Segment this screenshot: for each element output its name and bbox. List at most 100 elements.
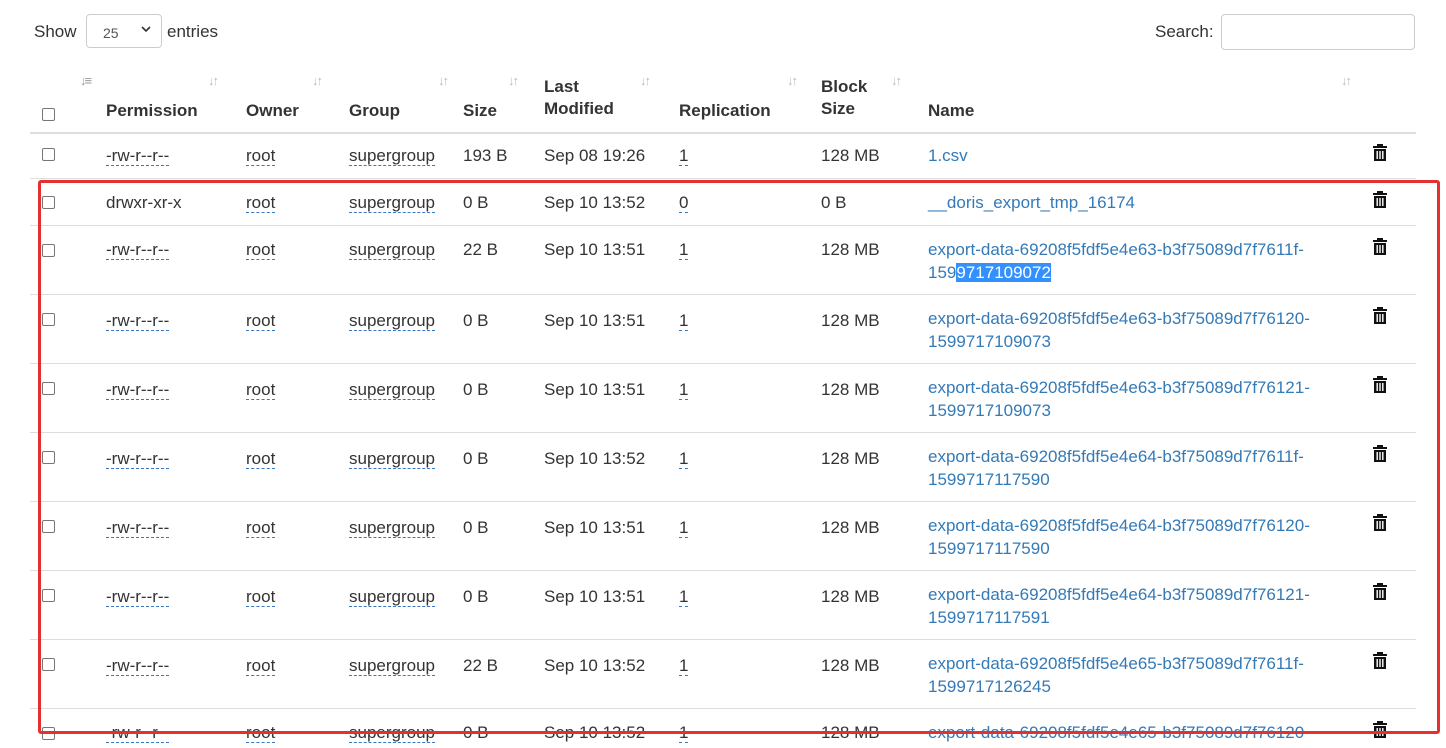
row-checkbox[interactable]: [42, 313, 55, 326]
cell-replication[interactable]: 1: [679, 378, 689, 401]
trash-icon[interactable]: [1372, 307, 1388, 325]
sort-icon[interactable]: ↓↑: [438, 73, 449, 88]
trash-icon[interactable]: [1372, 652, 1388, 670]
replication-value[interactable]: 1: [679, 240, 689, 260]
owner-value[interactable]: root: [246, 656, 276, 676]
row-checkbox[interactable]: [42, 520, 55, 533]
cell-permission[interactable]: -rw-r--r--: [106, 309, 170, 332]
column-name[interactable]: Name: [928, 100, 974, 122]
cell-owner[interactable]: root: [246, 238, 276, 261]
group-value[interactable]: supergroup: [349, 311, 436, 331]
cell-permission[interactable]: -rw-r--r--: [106, 654, 170, 677]
cell-owner[interactable]: root: [246, 447, 276, 470]
sort-icon[interactable]: ↓↑: [640, 73, 651, 88]
trash-icon[interactable]: [1372, 238, 1388, 256]
cell-owner[interactable]: root: [246, 191, 276, 214]
group-value[interactable]: supergroup: [349, 380, 436, 400]
file-name-link[interactable]: export-data-69208f5fdf5e4e64-b3f75089d7f…: [928, 514, 1348, 560]
row-checkbox[interactable]: [42, 451, 55, 464]
trash-icon[interactable]: [1372, 191, 1388, 209]
cell-replication[interactable]: 0: [679, 191, 689, 214]
cell-replication[interactable]: 1: [679, 447, 689, 470]
sort-icon[interactable]: ↓↑: [787, 73, 798, 88]
group-value[interactable]: supergroup: [349, 240, 436, 260]
permission-value[interactable]: -rw-r--r--: [106, 449, 170, 469]
permission-value[interactable]: -rw-r--r--: [106, 587, 170, 607]
cell-replication[interactable]: 1: [679, 721, 689, 744]
replication-value[interactable]: 1: [679, 449, 689, 469]
group-value[interactable]: supergroup: [349, 146, 436, 166]
owner-value[interactable]: root: [246, 193, 276, 213]
column-replication[interactable]: Replication: [679, 100, 771, 122]
replication-value[interactable]: 0: [679, 193, 689, 213]
cell-group[interactable]: supergroup: [349, 238, 436, 261]
permission-value[interactable]: -rw-r--r--: [106, 311, 170, 331]
column-block-size[interactable]: Block Size: [821, 76, 867, 120]
replication-value[interactable]: 1: [679, 723, 689, 743]
replication-value[interactable]: 1: [679, 380, 689, 400]
sort-icon[interactable]: ↓↑: [208, 73, 219, 88]
permission-value[interactable]: -rw-r--r--: [106, 380, 170, 400]
group-value[interactable]: supergroup: [349, 193, 436, 213]
row-checkbox[interactable]: [42, 727, 55, 740]
trash-icon[interactable]: [1372, 445, 1388, 463]
cell-replication[interactable]: 1: [679, 654, 689, 677]
file-name-link[interactable]: export-data-69208f5fdf5e4e65-b3f75089d7f…: [928, 652, 1348, 698]
column-last-modified[interactable]: Last Modified: [544, 76, 614, 120]
column-owner[interactable]: Owner: [246, 100, 299, 122]
trash-icon[interactable]: [1372, 721, 1388, 739]
cell-group[interactable]: supergroup: [349, 309, 436, 332]
cell-owner[interactable]: root: [246, 144, 276, 167]
cell-replication[interactable]: 1: [679, 144, 689, 167]
select-all-checkbox[interactable]: [42, 108, 55, 121]
cell-permission[interactable]: -rw-r--r--: [106, 721, 170, 744]
replication-value[interactable]: 1: [679, 587, 689, 607]
entries-select[interactable]: 25: [86, 14, 162, 48]
trash-icon[interactable]: [1372, 144, 1388, 162]
replication-value[interactable]: 1: [679, 518, 689, 538]
cell-permission[interactable]: -rw-r--r--: [106, 516, 170, 539]
row-checkbox[interactable]: [42, 196, 55, 209]
row-checkbox[interactable]: [42, 148, 55, 161]
cell-group[interactable]: supergroup: [349, 721, 436, 744]
cell-permission[interactable]: -rw-r--r--: [106, 378, 170, 401]
group-value[interactable]: supergroup: [349, 449, 436, 469]
row-checkbox[interactable]: [42, 658, 55, 671]
cell-group[interactable]: supergroup: [349, 447, 436, 470]
owner-value[interactable]: root: [246, 146, 276, 166]
permission-value[interactable]: -rw-r--r--: [106, 146, 170, 166]
trash-icon[interactable]: [1372, 583, 1388, 601]
file-name-link[interactable]: export-data-69208f5fdf5e4e63-b3f75089d7f…: [928, 238, 1348, 284]
owner-value[interactable]: root: [246, 723, 276, 743]
column-permission[interactable]: Permission: [106, 100, 198, 122]
cell-replication[interactable]: 1: [679, 309, 689, 332]
cell-owner[interactable]: root: [246, 585, 276, 608]
cell-owner[interactable]: root: [246, 721, 276, 744]
owner-value[interactable]: root: [246, 587, 276, 607]
row-checkbox[interactable]: [42, 589, 55, 602]
sort-icon[interactable]: ↓↑: [1341, 73, 1352, 88]
directory-name-link[interactable]: __doris_export_tmp_16174: [928, 191, 1135, 214]
replication-value[interactable]: 1: [679, 656, 689, 676]
cell-group[interactable]: supergroup: [349, 378, 436, 401]
group-value[interactable]: supergroup: [349, 723, 436, 743]
row-checkbox[interactable]: [42, 382, 55, 395]
trash-icon[interactable]: [1372, 376, 1388, 394]
cell-group[interactable]: supergroup: [349, 654, 436, 677]
group-value[interactable]: supergroup: [349, 587, 436, 607]
search-input[interactable]: [1221, 14, 1415, 50]
cell-owner[interactable]: root: [246, 309, 276, 332]
permission-value[interactable]: -rw-r--r--: [106, 518, 170, 538]
column-size[interactable]: Size: [463, 100, 497, 122]
cell-replication[interactable]: 1: [679, 585, 689, 608]
cell-group[interactable]: supergroup: [349, 516, 436, 539]
group-value[interactable]: supergroup: [349, 656, 436, 676]
trash-icon[interactable]: [1372, 514, 1388, 532]
owner-value[interactable]: root: [246, 380, 276, 400]
file-name-link[interactable]: 1.csv: [928, 144, 968, 167]
cell-owner[interactable]: root: [246, 378, 276, 401]
file-name-link[interactable]: export-data-69208f5fdf5e4e63-b3f75089d7f…: [928, 376, 1348, 422]
replication-value[interactable]: 1: [679, 311, 689, 331]
replication-value[interactable]: 1: [679, 146, 689, 166]
file-name-link[interactable]: export-data-69208f5fdf5e4e64-b3f75089d7f…: [928, 445, 1348, 491]
